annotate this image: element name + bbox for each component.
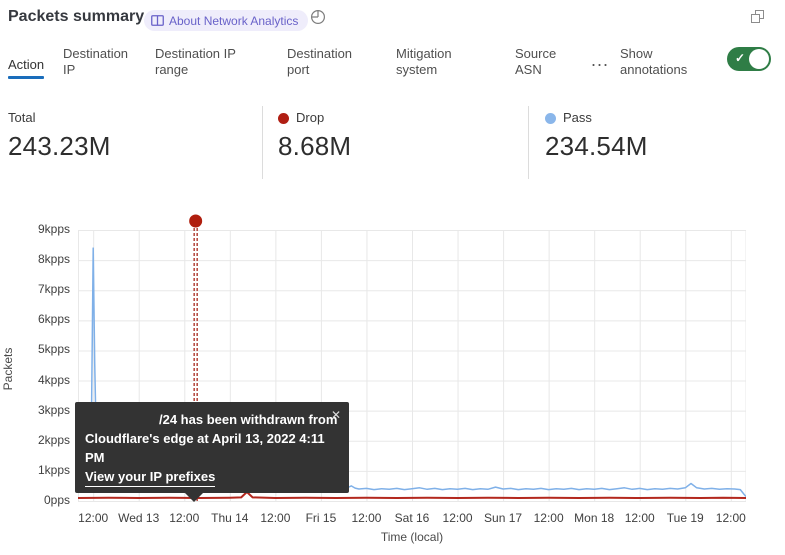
tooltip-caret xyxy=(185,493,203,502)
tooltip-line2: Cloudflare's edge at April 13, 2022 4:11… xyxy=(85,429,339,467)
y-tick-label: 4kpps xyxy=(0,373,70,387)
tab-action-label: Action xyxy=(8,57,44,72)
y-tick-label: 6kpps xyxy=(0,312,70,326)
active-tab-underline xyxy=(8,76,44,79)
y-tick-label: 0pps xyxy=(0,493,70,507)
stat-drop-value: 8.68M xyxy=(278,131,351,162)
tab-mitigation-system[interactable]: Mitigation system xyxy=(396,46,478,78)
stat-total-value: 243.23M xyxy=(8,131,111,162)
drop-legend-dot xyxy=(278,113,289,124)
stat-pass-value: 234.54M xyxy=(545,131,648,162)
badge-label: About Network Analytics xyxy=(169,14,298,28)
y-tick-label: 9kpps xyxy=(0,222,70,236)
history-icon[interactable] xyxy=(310,9,326,25)
y-tick-label: 5kpps xyxy=(0,342,70,356)
book-icon xyxy=(151,15,164,26)
view-ip-prefixes-link[interactable]: View your IP prefixes xyxy=(85,467,215,487)
page-title: Packets summary xyxy=(8,8,144,26)
x-axis-title: Time (local) xyxy=(78,530,746,544)
y-tick-label: 2kpps xyxy=(0,433,70,447)
pass-legend-dot xyxy=(545,113,556,124)
stat-drop-label[interactable]: Drop xyxy=(296,110,324,125)
tooltip-line1: /24 has been withdrawn from xyxy=(159,410,339,429)
tab-source-asn[interactable]: Source ASN xyxy=(515,46,571,78)
annotation-tooltip: ✕ /24 has been withdrawn from Cloudflare… xyxy=(75,402,349,493)
check-icon: ✓ xyxy=(735,51,745,65)
y-tick-label: 7kpps xyxy=(0,282,70,296)
show-annotations-toggle[interactable]: ✓ xyxy=(727,47,771,71)
show-annotations-label: Show annotations xyxy=(620,46,714,78)
x-tick-label: 12:00 xyxy=(701,511,761,525)
stat-divider xyxy=(262,106,263,179)
stat-pass-label[interactable]: Pass xyxy=(563,110,592,125)
tab-destination-port[interactable]: Destination port xyxy=(287,46,373,78)
y-tick-label: 3kpps xyxy=(0,403,70,417)
tab-destination-ip-range[interactable]: Destination IP range xyxy=(155,46,255,78)
restore-square-front xyxy=(751,14,760,23)
annotation-dot-icon[interactable] xyxy=(189,215,202,228)
more-tabs-button[interactable]: ... xyxy=(591,50,609,71)
y-tick-label: 1kpps xyxy=(0,463,70,477)
restore-window-icon[interactable] xyxy=(751,10,766,25)
stat-total-label: Total xyxy=(8,110,35,125)
close-icon[interactable]: ✕ xyxy=(331,406,341,425)
tab-action[interactable]: Action xyxy=(8,57,44,79)
about-network-analytics-link[interactable]: About Network Analytics xyxy=(144,10,308,31)
stat-divider xyxy=(528,106,529,179)
toggle-knob xyxy=(749,49,769,69)
y-tick-label: 8kpps xyxy=(0,252,70,266)
tab-destination-ip[interactable]: Destination IP xyxy=(63,46,137,78)
